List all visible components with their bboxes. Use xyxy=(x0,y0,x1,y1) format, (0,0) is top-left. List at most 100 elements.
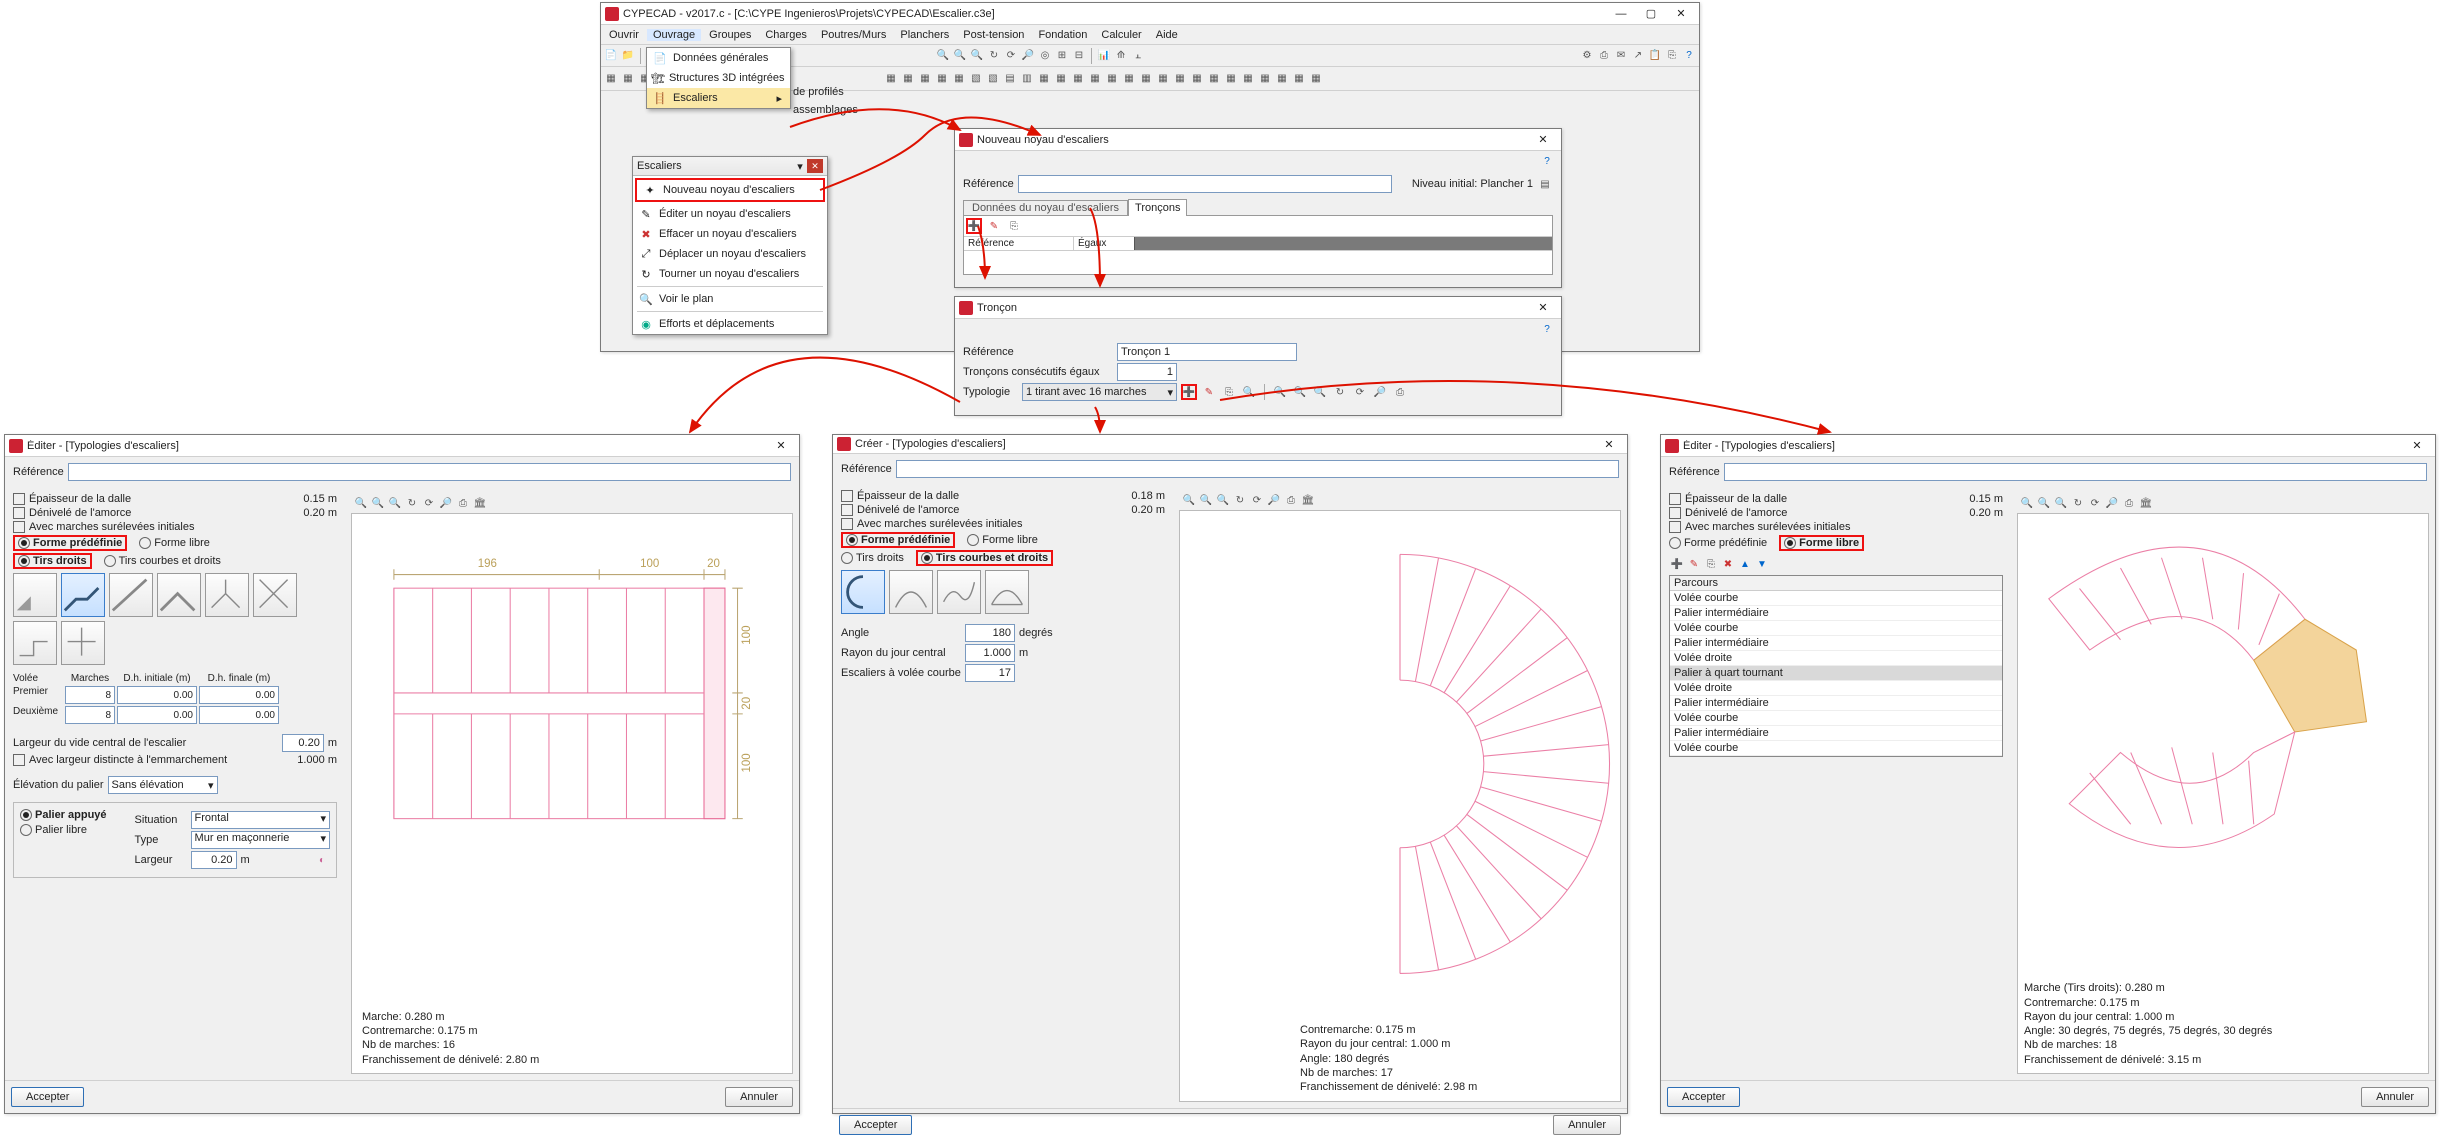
zoom-icon[interactable]: 🔍 xyxy=(969,48,985,64)
tool-icon[interactable]: ▦ xyxy=(1087,71,1103,87)
tool-icon[interactable]: ▦ xyxy=(1155,71,1171,87)
escaliers-effacer[interactable]: ✖Effacer un noyau d'escaliers xyxy=(633,224,827,244)
tool-icon[interactable]: ▦ xyxy=(1036,71,1052,87)
add-typ-icon[interactable]: ➕ xyxy=(1181,384,1197,400)
zoom-icon[interactable]: 🔍 xyxy=(1215,492,1231,508)
troncon-ref-input[interactable] xyxy=(1117,343,1297,361)
copy-icon[interactable]: ⎘ xyxy=(1703,556,1719,572)
menu-poutres[interactable]: Poutres/Murs xyxy=(815,29,892,41)
tool-icon[interactable]: 📁 xyxy=(620,48,636,64)
accepter-button[interactable]: Accepter xyxy=(839,1115,912,1135)
marches-sur-check[interactable] xyxy=(1669,521,1681,533)
radio-tirs-courbes[interactable]: Tirs courbes et droits xyxy=(916,550,1053,566)
up-icon[interactable]: ▲ xyxy=(1737,556,1753,572)
close-button[interactable]: ✕ xyxy=(1595,435,1623,453)
tool-icon[interactable]: ▦ xyxy=(1104,71,1120,87)
elev-select[interactable]: Sans élévation▾ xyxy=(108,776,218,794)
tab-troncons[interactable]: Tronçons xyxy=(1128,199,1187,216)
tool-icon[interactable]: ▧ xyxy=(985,71,1001,87)
stair-thumb[interactable] xyxy=(157,573,201,617)
ep-dalle-check[interactable] xyxy=(841,490,853,502)
zoom-icon[interactable]: 🔎 xyxy=(1372,384,1388,400)
zoom-icon[interactable]: 🔎 xyxy=(2104,495,2120,511)
refresh-icon[interactable]: ⟳ xyxy=(1249,492,1265,508)
tool-icon[interactable]: ▦ xyxy=(603,71,619,87)
ref-input[interactable] xyxy=(896,460,1619,478)
close-button[interactable]: ✕ xyxy=(767,437,795,455)
tool-icon[interactable]: ▦ xyxy=(1223,71,1239,87)
tool-icon[interactable]: 📄 xyxy=(603,48,619,64)
refresh-icon[interactable]: ↻ xyxy=(1332,384,1348,400)
zoom-icon[interactable]: 🔍 xyxy=(1292,384,1308,400)
popup-pin-icon[interactable]: ▾ xyxy=(793,160,807,173)
stair-thumb[interactable] xyxy=(109,573,153,617)
tool-icon[interactable]: ⟰ xyxy=(1113,48,1129,64)
close-button[interactable]: ✕ xyxy=(1529,299,1557,317)
parcours-row[interactable]: Volée courbe xyxy=(1670,741,2002,756)
refresh-icon[interactable]: ⟳ xyxy=(2087,495,2103,511)
refresh-icon[interactable]: ↻ xyxy=(986,48,1002,64)
larg-distincte-check[interactable] xyxy=(13,754,25,766)
tool-icon[interactable]: 🔍 xyxy=(1241,384,1257,400)
dh-init-input[interactable] xyxy=(117,706,197,724)
zoom-icon[interactable]: 🔍 xyxy=(1181,492,1197,508)
copy-icon[interactable]: ⎘ xyxy=(1006,218,1022,234)
radio-tirs-droits[interactable]: Tirs droits xyxy=(13,553,92,569)
tool-icon[interactable]: ▦ xyxy=(1206,71,1222,87)
zoom-icon[interactable]: 🔍 xyxy=(353,495,369,511)
annuler-button[interactable]: Annuler xyxy=(725,1087,793,1107)
tool-icon[interactable]: ▦ xyxy=(951,71,967,87)
tool-icon[interactable]: ▦ xyxy=(1189,71,1205,87)
tool-icon[interactable]: 🏛 xyxy=(2138,495,2154,511)
print-icon[interactable]: ⎙ xyxy=(2121,495,2137,511)
annuler-button[interactable]: Annuler xyxy=(1553,1115,1621,1135)
refresh-icon[interactable]: ↻ xyxy=(2070,495,2086,511)
menu-item[interactable]: 📄Données générales xyxy=(647,48,790,68)
stair-thumb-selected[interactable] xyxy=(61,573,105,617)
radio-forme-libre[interactable]: Forme libre xyxy=(1779,535,1864,551)
escaliers-plan[interactable]: 🔍Voir le plan xyxy=(633,289,827,309)
parcours-row[interactable]: Volée droite xyxy=(1670,681,2002,696)
edit-icon[interactable]: ✎ xyxy=(986,218,1002,234)
dh-fin-input[interactable] xyxy=(199,686,279,704)
zoom-icon[interactable]: 🔍 xyxy=(952,48,968,64)
parcours-row[interactable]: Volée droite xyxy=(1670,651,2002,666)
stair-thumb[interactable] xyxy=(937,570,981,614)
parcours-row[interactable]: Palier intermédiaire xyxy=(1670,606,2002,621)
help-icon[interactable]: ? xyxy=(1539,321,1555,337)
tool-icon[interactable]: ▦ xyxy=(1257,71,1273,87)
largeur-help-icon[interactable]: ◐ xyxy=(314,852,330,868)
largeur-input[interactable] xyxy=(191,851,237,869)
menu-planchers[interactable]: Planchers xyxy=(894,29,955,41)
menu-post[interactable]: Post-tension xyxy=(957,29,1030,41)
tool-icon[interactable]: ▦ xyxy=(1274,71,1290,87)
tool-icon[interactable]: ▦ xyxy=(1240,71,1256,87)
chart-icon[interactable]: 📊 xyxy=(1096,48,1112,64)
marches-sur-check[interactable] xyxy=(841,518,853,530)
menu-groupes[interactable]: Groupes xyxy=(703,29,757,41)
accepter-button[interactable]: Accepter xyxy=(11,1087,84,1107)
ref-input[interactable] xyxy=(68,463,791,481)
tool-icon[interactable]: ▥ xyxy=(1019,71,1035,87)
ref-input[interactable] xyxy=(1724,463,2427,481)
zoom-icon[interactable]: 🔍 xyxy=(1312,384,1328,400)
tool-icon[interactable]: 🏛 xyxy=(1300,492,1316,508)
help-icon[interactable]: ? xyxy=(1681,48,1697,64)
tool-icon[interactable]: ◎ xyxy=(1037,48,1053,64)
menu-ouvrage[interactable]: Ouvrage xyxy=(647,29,701,41)
parcours-row[interactable]: Palier intermédiaire xyxy=(1670,636,2002,651)
marches-input[interactable] xyxy=(65,706,115,724)
tool-icon[interactable]: ▦ xyxy=(883,71,899,87)
ep-dalle-check[interactable] xyxy=(13,493,25,505)
annuler-button[interactable]: Annuler xyxy=(2361,1087,2429,1107)
down-icon[interactable]: ▼ xyxy=(1754,556,1770,572)
esc-volee-input[interactable] xyxy=(965,664,1015,682)
tool-icon[interactable]: ⎘ xyxy=(1664,48,1680,64)
tool-icon[interactable]: ▦ xyxy=(1070,71,1086,87)
parcours-row[interactable]: Volée courbe xyxy=(1670,711,2002,726)
radio-tirs-courbes[interactable]: Tirs courbes et droits xyxy=(104,555,221,567)
refresh-icon[interactable]: ↻ xyxy=(1232,492,1248,508)
tool-icon[interactable]: ▦ xyxy=(1172,71,1188,87)
tab-donnees[interactable]: Données du noyau d'escaliers xyxy=(963,200,1128,215)
edit-icon[interactable]: ✎ xyxy=(1686,556,1702,572)
